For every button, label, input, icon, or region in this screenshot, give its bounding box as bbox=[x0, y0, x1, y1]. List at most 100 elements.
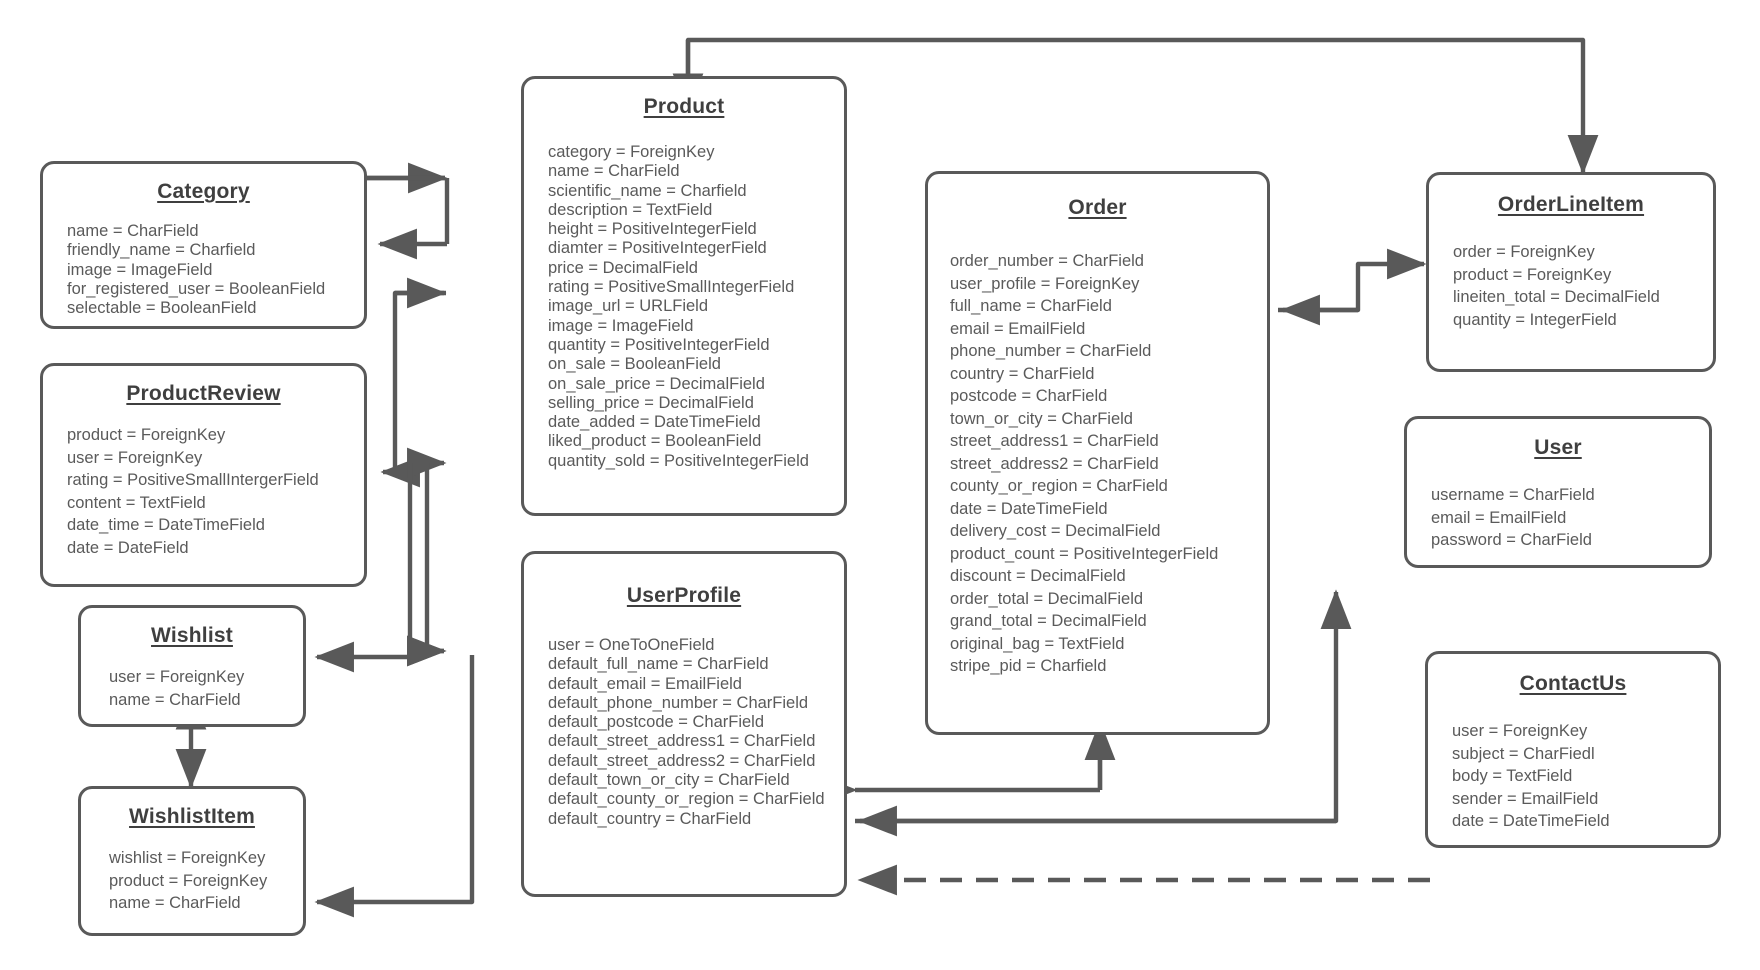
entity-fields-wishlist-item: wishlist = ForeignKey product = ForeignK… bbox=[81, 847, 303, 915]
field-row: date_added = DateTimeField bbox=[548, 413, 761, 432]
entity-wishlist-item[interactable]: WishlistItem wishlist = ForeignKey produ… bbox=[78, 786, 306, 936]
field-row: name = CharField bbox=[67, 222, 199, 240]
field-row: quantity = IntegerField bbox=[1453, 310, 1617, 329]
entity-contact-us[interactable]: ContactUs user = ForeignKey subject = Ch… bbox=[1425, 651, 1721, 848]
field-row: name = CharField bbox=[109, 894, 241, 912]
field-row: county_or_region = CharField bbox=[950, 477, 1168, 495]
field-row: content = TextField bbox=[67, 493, 206, 512]
entity-order[interactable]: Order order_number = CharField user_prof… bbox=[925, 171, 1270, 735]
field-row: liked_product = BooleanField bbox=[548, 432, 762, 451]
entity-fields-wishlist: user = ForeignKey name = CharField bbox=[81, 666, 303, 711]
field-row: name = CharField bbox=[548, 162, 680, 181]
field-row: subject = CharFiedl bbox=[1452, 744, 1595, 763]
field-row: user = ForeignKey bbox=[67, 448, 203, 467]
entity-fields-category: name = CharField friendly_name = Charfie… bbox=[43, 222, 364, 318]
field-row: town_or_city = CharField bbox=[950, 409, 1133, 428]
field-row: full_name = CharField bbox=[950, 297, 1112, 315]
field-row: default_street_address2 = CharField bbox=[548, 751, 816, 770]
field-row: product = ForeignKey bbox=[67, 426, 226, 444]
field-row: user = ForeignKey bbox=[1452, 722, 1588, 740]
field-row: stripe_pid = Charfield bbox=[950, 657, 1107, 675]
field-row: password = CharField bbox=[1431, 531, 1592, 549]
field-row: for_registered_user = BooleanField bbox=[67, 279, 326, 298]
field-row: diamter = PositiveIntegerField bbox=[548, 239, 767, 258]
entity-title-wishlist: Wishlist bbox=[151, 624, 233, 647]
entity-title-category: Category bbox=[157, 180, 250, 203]
field-row: friendly_name = Charfield bbox=[67, 241, 256, 260]
field-row: image_url = URLField bbox=[548, 297, 709, 316]
field-row: rating = PositiveSmallIntegerField bbox=[548, 278, 795, 297]
field-row: username = CharField bbox=[1431, 486, 1595, 504]
field-row: date = DateTimeField bbox=[950, 499, 1108, 518]
field-row: discount = DecimalField bbox=[950, 567, 1126, 585]
field-row: height = PositiveIntegerField bbox=[548, 220, 757, 239]
field-row: email = EmailField bbox=[950, 319, 1086, 338]
field-row: order_total = DecimalField bbox=[950, 589, 1144, 608]
field-row: scientific_name = Charfield bbox=[548, 181, 747, 200]
entity-order-line-item[interactable]: OrderLineItem order = ForeignKey product… bbox=[1426, 172, 1716, 372]
entity-fields-product: category = ForeignKey name = CharField s… bbox=[524, 143, 844, 471]
field-row: name = CharField bbox=[109, 690, 241, 709]
field-row: on_sale_price = DecimalField bbox=[548, 374, 765, 393]
field-row: rating = PositiveSmallIntergerField bbox=[67, 471, 319, 489]
field-row: user = OneToOneField bbox=[548, 636, 715, 654]
entity-fields-user: username = CharField email = EmailField … bbox=[1407, 484, 1709, 552]
field-row: lineiten_total = DecimalField bbox=[1453, 288, 1660, 306]
field-row: selectable = BooleanField bbox=[67, 299, 257, 318]
field-row: default_town_or_city = CharField bbox=[548, 771, 790, 790]
entity-title-contact-us: ContactUs bbox=[1519, 672, 1627, 695]
field-row: original_bag = TextField bbox=[950, 634, 1125, 653]
entity-fields-contact-us: user = ForeignKey subject = CharFiedl bo… bbox=[1428, 720, 1718, 833]
field-row: product = ForeignKey bbox=[109, 871, 268, 890]
entity-category[interactable]: Category name = CharField friendly_name … bbox=[40, 161, 367, 329]
field-row: default_email = EmailField bbox=[548, 674, 742, 693]
wire-product-to-productreview bbox=[380, 290, 446, 488]
entity-fields-order-line-item: order = ForeignKey product = ForeignKey … bbox=[1429, 241, 1713, 331]
field-row: order = ForeignKey bbox=[1453, 243, 1595, 261]
entity-product[interactable]: Product category = ForeignKey name = Cha… bbox=[521, 76, 847, 516]
field-row: category = ForeignKey bbox=[548, 143, 715, 161]
field-row: default_country = CharField bbox=[548, 809, 752, 828]
field-row: on_sale = BooleanField bbox=[548, 355, 721, 374]
entity-fields-user-profile: user = OneToOneField default_full_name =… bbox=[524, 636, 844, 829]
entity-title-product-review: ProductReview bbox=[126, 382, 281, 405]
field-row: default_postcode = CharField bbox=[548, 713, 765, 732]
field-row: default_phone_number = CharField bbox=[548, 693, 809, 712]
entity-user[interactable]: User username = CharField email = EmailF… bbox=[1404, 416, 1712, 568]
er-diagram-canvas: Category name = CharField friendly_name … bbox=[0, 0, 1760, 970]
field-row: postcode = CharField bbox=[950, 387, 1108, 405]
field-row: product = ForeignKey bbox=[1453, 265, 1612, 284]
field-row: order_number = CharField bbox=[950, 252, 1144, 270]
field-row: date_time = DateTimeField bbox=[67, 516, 265, 534]
entity-title-user-profile: UserProfile bbox=[626, 584, 742, 607]
wire-product-to-wishlistitem bbox=[314, 655, 475, 918]
field-row: price = DecimalField bbox=[548, 258, 698, 277]
field-row: date = DateField bbox=[67, 538, 189, 557]
wire-order-to-orderlineitem bbox=[1278, 248, 1427, 313]
field-row: quantity_sold = PositiveIntegerField bbox=[548, 451, 809, 470]
field-row: product_count = PositiveIntegerField bbox=[950, 544, 1219, 563]
entity-wishlist[interactable]: Wishlist user = ForeignKey name = CharFi… bbox=[78, 605, 306, 727]
field-row: street_address2 = CharField bbox=[950, 454, 1159, 473]
entity-fields-order: order_number = CharField user_profile = … bbox=[928, 250, 1267, 678]
field-row: wishlist = ForeignKey bbox=[109, 849, 266, 867]
entity-product-review[interactable]: ProductReview product = ForeignKey user … bbox=[40, 363, 367, 587]
entity-title-user: User bbox=[1534, 436, 1582, 459]
field-row: street_address1 = CharField bbox=[950, 432, 1159, 450]
field-row: default_full_name = CharField bbox=[548, 655, 769, 674]
entity-fields-product-review: product = ForeignKey user = ForeignKey r… bbox=[43, 424, 364, 559]
field-row: description = TextField bbox=[548, 200, 713, 219]
field-row: selling_price = DecimalField bbox=[548, 393, 754, 412]
entity-title-order: Order bbox=[1068, 196, 1127, 219]
entity-title-product: Product bbox=[643, 95, 725, 118]
field-row: sender = EmailField bbox=[1452, 789, 1599, 808]
field-row: date = DateTimeField bbox=[1452, 812, 1610, 830]
field-row: country = CharField bbox=[950, 364, 1095, 383]
entity-title-wishlist-item: WishlistItem bbox=[129, 805, 255, 828]
field-row: user = ForeignKey bbox=[109, 668, 245, 686]
entity-user-profile[interactable]: UserProfile user = OneToOneField default… bbox=[521, 551, 847, 897]
field-row: image = ImageField bbox=[67, 260, 213, 279]
field-row: user_profile = ForeignKey bbox=[950, 274, 1140, 293]
entity-title-order-line-item: OrderLineItem bbox=[1497, 193, 1645, 216]
field-row: quantity = PositiveIntegerField bbox=[548, 335, 770, 354]
